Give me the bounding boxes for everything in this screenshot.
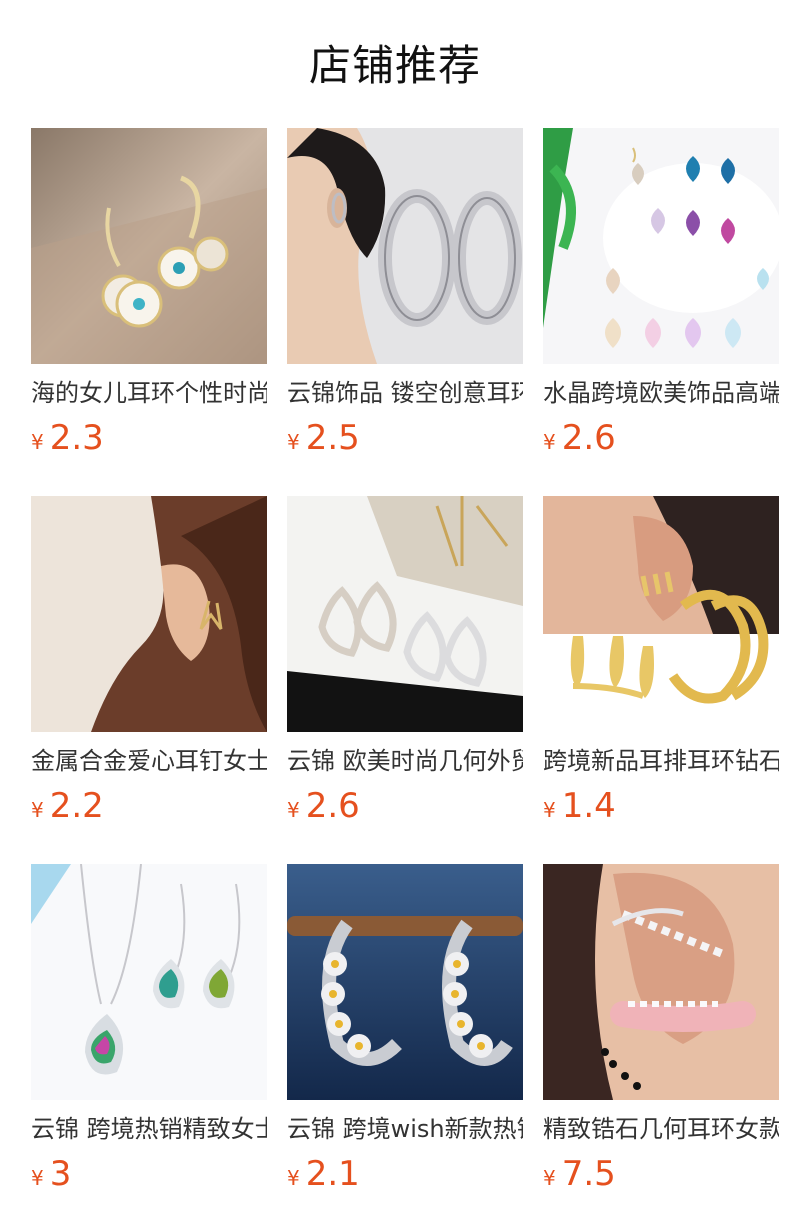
product-price: ¥2.3 bbox=[31, 416, 104, 460]
page-title: 店铺推荐 bbox=[308, 41, 481, 90]
currency-symbol: ¥ bbox=[31, 1166, 44, 1190]
silver-hoop-earrings-image[interactable] bbox=[287, 128, 523, 364]
currency-symbol: ¥ bbox=[31, 430, 44, 454]
product-price: ¥7.5 bbox=[543, 1152, 616, 1196]
price-value: 3 bbox=[49, 1154, 72, 1194]
product-price: ¥2.6 bbox=[287, 784, 360, 828]
product-card[interactable]: 精致锆石几何耳环女款 ¥7.5 bbox=[543, 864, 779, 1204]
product-card[interactable]: 水晶跨境欧美饰品高端 ¥2.6 bbox=[543, 128, 779, 468]
product-name[interactable]: 金属合金爱心耳钉女士 bbox=[31, 744, 267, 778]
product-name[interactable]: 海的女儿耳环个性时尚 bbox=[31, 376, 267, 410]
product-card[interactable]: 云锦 跨境热销精致女士 ¥3 bbox=[31, 864, 267, 1204]
pendant-necklace-set-image[interactable] bbox=[31, 864, 267, 1100]
product-card[interactable]: 云锦 跨境wish新款热销 ¥2.1 bbox=[287, 864, 523, 1204]
currency-symbol: ¥ bbox=[287, 430, 300, 454]
currency-symbol: ¥ bbox=[543, 798, 556, 822]
price-value: 2.3 bbox=[49, 418, 104, 458]
price-value: 2.1 bbox=[305, 1154, 360, 1194]
product-card[interactable]: 云锦 欧美时尚几何外贸 ¥2.6 bbox=[287, 496, 523, 836]
product-name[interactable]: 云锦饰品 镂空创意耳环 bbox=[287, 376, 523, 410]
product-name[interactable]: 云锦 跨境wish新款热销 bbox=[287, 1112, 523, 1146]
product-price: ¥1.4 bbox=[543, 784, 616, 828]
price-value: 7.5 bbox=[561, 1154, 616, 1194]
product-price: ¥2.2 bbox=[31, 784, 104, 828]
currency-symbol: ¥ bbox=[287, 798, 300, 822]
product-price: ¥2.6 bbox=[543, 416, 616, 460]
teardrop-rhinestone-earrings-image[interactable] bbox=[287, 496, 523, 732]
product-name[interactable]: 精致锆石几何耳环女款 bbox=[543, 1112, 779, 1146]
currency-symbol: ¥ bbox=[543, 430, 556, 454]
daisy-hoop-earrings-image[interactable] bbox=[287, 864, 523, 1100]
product-price: ¥3 bbox=[31, 1152, 71, 1196]
product-name[interactable]: 水晶跨境欧美饰品高端 bbox=[543, 376, 779, 410]
heart-stud-earring-image[interactable] bbox=[31, 496, 267, 732]
price-value: 2.6 bbox=[561, 418, 616, 458]
product-card[interactable]: 金属合金爱心耳钉女士 ¥2.2 bbox=[31, 496, 267, 836]
currency-symbol: ¥ bbox=[31, 798, 44, 822]
price-value: 2.6 bbox=[305, 786, 360, 826]
product-price: ¥2.1 bbox=[287, 1152, 360, 1196]
product-name[interactable]: 跨境新品耳排耳环钻石 bbox=[543, 744, 779, 778]
gold-disc-earrings-image[interactable] bbox=[31, 128, 267, 364]
gold-claw-ear-cuff-image[interactable] bbox=[543, 496, 779, 732]
price-value: 1.4 bbox=[561, 786, 616, 826]
product-name[interactable]: 云锦 跨境热销精致女士 bbox=[31, 1112, 267, 1146]
price-value: 2.5 bbox=[305, 418, 360, 458]
crystal-drop-earrings-image[interactable] bbox=[543, 128, 779, 364]
product-card[interactable]: 跨境新品耳排耳环钻石 ¥1.4 bbox=[543, 496, 779, 836]
price-value: 2.2 bbox=[49, 786, 104, 826]
currency-symbol: ¥ bbox=[543, 1166, 556, 1190]
product-card[interactable]: 海的女儿耳环个性时尚 ¥2.3 bbox=[31, 128, 267, 468]
currency-symbol: ¥ bbox=[287, 1166, 300, 1190]
product-price: ¥2.5 bbox=[287, 416, 360, 460]
product-card[interactable]: 云锦饰品 镂空创意耳环 ¥2.5 bbox=[287, 128, 523, 468]
product-name[interactable]: 云锦 欧美时尚几何外贸 bbox=[287, 744, 523, 778]
zircon-ear-climber-image[interactable] bbox=[543, 864, 779, 1100]
